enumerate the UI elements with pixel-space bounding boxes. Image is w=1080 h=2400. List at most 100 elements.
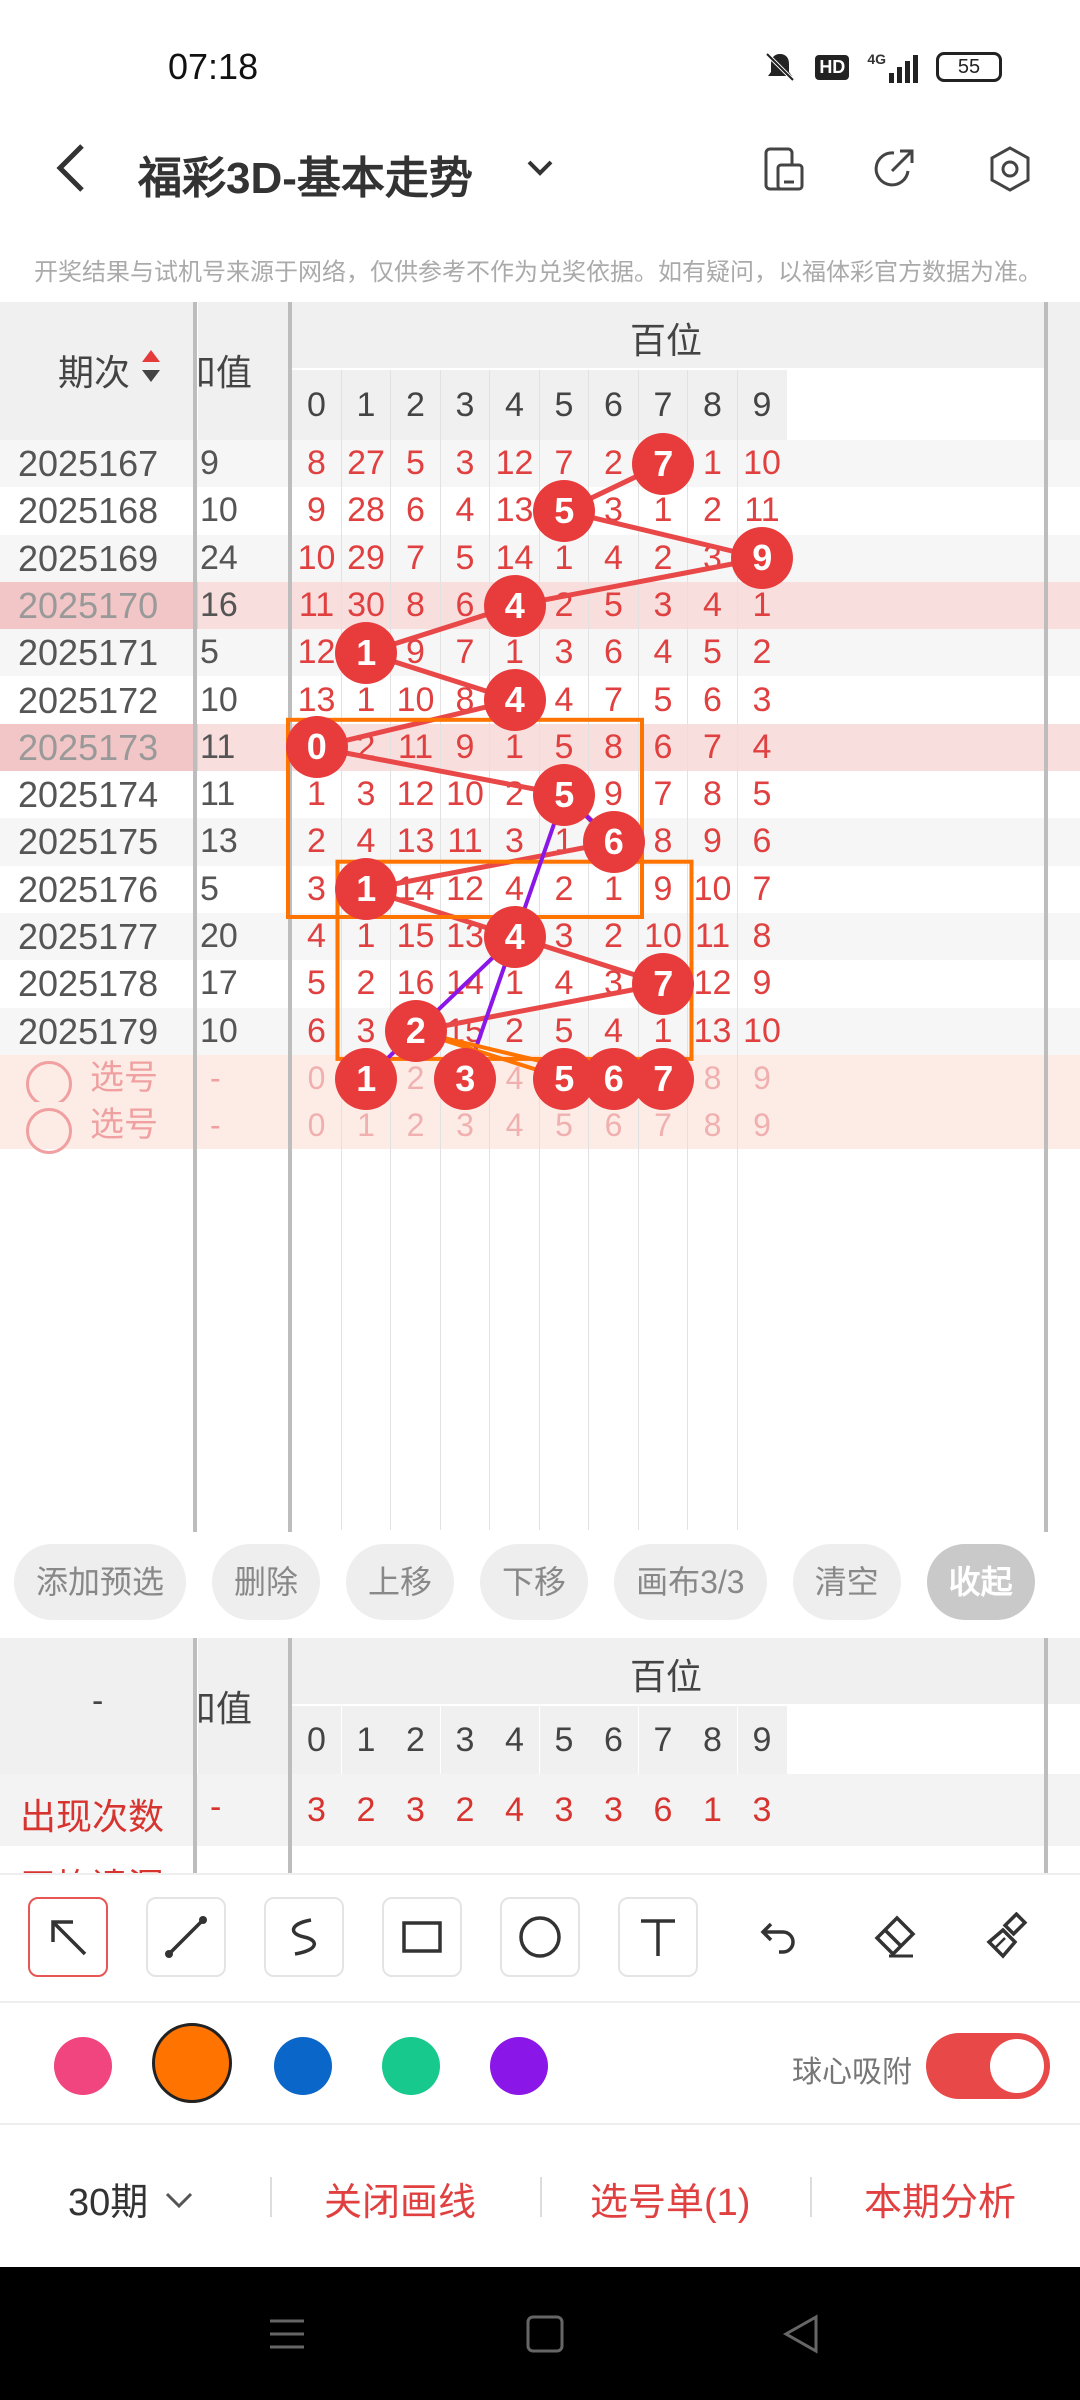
pointer-tool[interactable] (28, 1897, 108, 1977)
battery-level: 55 (957, 55, 981, 78)
collapse-button[interactable]: 收起 (926, 1544, 1035, 1620)
clock: 07:18 (168, 46, 259, 87)
share-button[interactable] (870, 145, 918, 193)
hit-ball[interactable]: 4 (483, 669, 546, 732)
occurrence-cell: 4 (505, 1791, 524, 1829)
curve-icon (291, 1918, 316, 1956)
chevron-down-icon (166, 2192, 193, 2208)
pick-list-button[interactable]: 选号单(1) (590, 2171, 750, 2226)
hit-ball[interactable]: 5 (533, 479, 596, 542)
circle-tool[interactable] (500, 1897, 580, 1977)
hit-ball[interactable]: 2 (384, 1000, 447, 1063)
move-down-button[interactable]: 下移 (480, 1544, 589, 1620)
stats-digit-header-7: 7 (638, 1706, 688, 1774)
hit-ball[interactable]: 4 (483, 905, 546, 968)
phone-layout-icon (764, 147, 804, 191)
page-title[interactable]: 福彩3D-基本走势 (138, 142, 473, 206)
stats-digit-header-0: 0 (292, 1706, 341, 1774)
stats-label-header-text: - (92, 1682, 104, 1720)
circle-icon (519, 1916, 561, 1958)
settings-button[interactable] (986, 145, 1034, 193)
snap-toggle[interactable] (926, 2033, 1050, 2099)
avg-miss-label: 平均遗漏 (20, 1858, 164, 1873)
snap-label: 球心吸附 (792, 2056, 912, 2089)
chevron-down-icon (527, 160, 553, 176)
stats-table: - 和值 百位 0123456789 出现次数 - 3232433613 平均遗… (0, 1638, 1080, 1873)
clear-brush-button[interactable] (968, 1897, 1048, 1977)
share-icon (874, 149, 914, 187)
stats-value-header-text: 和值 (198, 1688, 253, 1729)
color-swatch-orange[interactable] (152, 2023, 232, 2103)
eraser-icon (874, 1915, 916, 1958)
line-icon (165, 1916, 207, 1958)
close-lines-button[interactable]: 关闭画线 (324, 2171, 476, 2226)
divider (270, 2177, 272, 2217)
occurrence-cell: 3 (554, 1791, 574, 1829)
text-tool[interactable] (618, 1897, 698, 1977)
pick-toolbar: 添加预选 删除 上移 下移 画布3/3 清空 收起 (0, 1532, 1080, 1632)
back-button[interactable] (50, 140, 90, 209)
add-preselect-button[interactable]: 添加预选 (14, 1544, 187, 1620)
clear-brush-icon (986, 1912, 1028, 1959)
occurrence-cell: 2 (356, 1791, 376, 1829)
stats-digit-header-1: 1 (341, 1706, 391, 1774)
phone-layout-button[interactable] (760, 145, 808, 193)
color-swatch-pink[interactable] (54, 2037, 112, 2095)
title-dropdown[interactable] (523, 150, 557, 193)
period-select[interactable]: 30期 (68, 2171, 196, 2226)
back-nav-icon[interactable] (780, 2313, 822, 2355)
battery-icon: 55 (936, 52, 1002, 82)
avg-miss-row: 平均遗漏 (0, 1846, 1080, 1873)
drawing-canvas[interactable] (0, 302, 1080, 1532)
hit-ball[interactable]: 7 (632, 952, 695, 1015)
trend-chart[interactable]: 期次 和值 百位 0123456789 2025167 9 8 27 5 3 12 7 2 1 10… (0, 302, 1080, 1532)
menu-icon[interactable] (266, 2313, 308, 2355)
clear-button[interactable]: 清空 (792, 1544, 901, 1620)
hit-ball[interactable]: 4 (483, 574, 546, 637)
stats-digit-header-2: 2 (391, 1706, 440, 1774)
hit-ball[interactable]: 1 (335, 621, 398, 684)
text-icon (641, 1919, 675, 1956)
occurrence-cell: 3 (604, 1791, 623, 1829)
selected-pick-ball[interactable]: 7 (632, 1047, 695, 1110)
undo-icon (760, 1922, 795, 1954)
curve-tool[interactable] (264, 1897, 344, 1977)
eraser-button[interactable] (854, 1897, 934, 1977)
stats-digit-header-9: 9 (737, 1706, 787, 1774)
signal-icon: 4G (867, 51, 918, 83)
color-swatch-green[interactable] (382, 2037, 440, 2095)
rectangle-tool[interactable] (382, 1897, 462, 1977)
home-icon[interactable] (524, 2313, 566, 2355)
hit-ball[interactable]: 5 (533, 763, 596, 826)
selected-pick-ball[interactable]: 3 (434, 1047, 497, 1110)
status-icons: HD 4G 55 (763, 50, 1002, 84)
color-picker: 球心吸附 (0, 2005, 1080, 2125)
bottom-action-bar: 30期 关闭画线 选号单(1) 本期分析 (0, 2127, 1080, 2267)
canvas-page-button[interactable]: 画布3/3 (614, 1544, 767, 1620)
delete-button[interactable]: 删除 (212, 1544, 321, 1620)
stats-digit-header-8: 8 (688, 1706, 737, 1774)
toggle-knob (990, 2039, 1044, 2093)
divider (540, 2177, 542, 2217)
network-type: 4G (867, 51, 886, 67)
stats-digit-header-4: 4 (490, 1706, 539, 1774)
color-swatch-blue[interactable] (274, 2037, 332, 2095)
move-up-button[interactable]: 上移 (346, 1544, 455, 1620)
hit-ball[interactable]: 0 (285, 716, 348, 779)
stats-value-header: 和值 (198, 1638, 288, 1774)
occurrence-cell: 3 (307, 1791, 326, 1829)
period-select-label: 30期 (68, 2182, 149, 2224)
hit-ball[interactable]: 7 (632, 432, 695, 495)
undo-button[interactable] (736, 1897, 816, 1977)
analysis-button[interactable]: 本期分析 (864, 2171, 1016, 2226)
line-tool[interactable] (146, 1897, 226, 1977)
selected-pick-ball[interactable]: 1 (335, 1047, 398, 1110)
status-bar: 07:18 HD 4G 55 (0, 0, 1080, 130)
stats-label-header: - (0, 1638, 195, 1774)
chevron-left-icon (56, 144, 84, 192)
color-swatch-purple[interactable] (490, 2037, 548, 2095)
rectangle-icon (402, 1921, 442, 1953)
stats-divider (288, 1638, 292, 1873)
hit-ball[interactable]: 6 (582, 811, 645, 874)
occurrence-sum: - (210, 1788, 222, 1826)
